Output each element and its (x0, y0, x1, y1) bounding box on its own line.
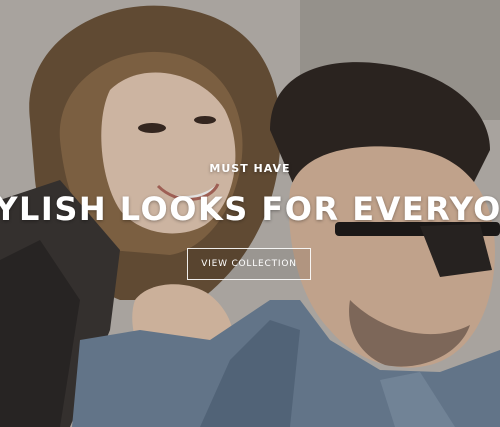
view-collection-button[interactable]: VIEW COLLECTION (187, 248, 311, 280)
hero-headline: STYLISH LOOKS FOR EVERYONE (0, 190, 500, 228)
hero-banner: MUST HAVE STYLISH LOOKS FOR EVERYONE VIE… (0, 0, 500, 427)
hero-eyebrow: MUST HAVE (209, 162, 291, 175)
